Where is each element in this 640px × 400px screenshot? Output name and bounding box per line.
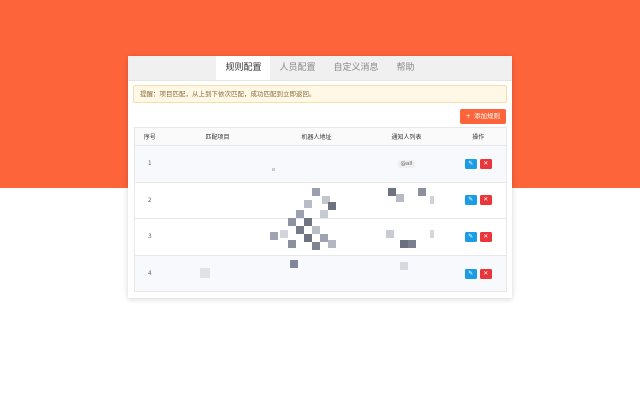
tab-custom-message[interactable]: 自定义消息 — [325, 56, 388, 80]
plus-icon: + — [465, 112, 471, 120]
delete-button[interactable]: ✕ — [479, 158, 492, 169]
tab-help[interactable]: 帮助 — [388, 56, 424, 80]
close-icon: ✕ — [483, 269, 489, 277]
row-index: 1 — [147, 160, 152, 168]
column-header-notify-list: 通知人列表 — [362, 127, 451, 146]
actions-cell: ✎ ✕ — [451, 219, 507, 256]
pencil-icon: ✎ — [468, 269, 474, 277]
close-icon: ✕ — [483, 159, 489, 167]
table-header-row: 序号 匹配项目 机器人地址 通知人列表 操作 — [134, 127, 507, 146]
row-index: 4 — [147, 270, 152, 278]
close-icon: ✕ — [483, 196, 489, 204]
row-index: 2 — [147, 196, 152, 204]
row-index: 3 — [147, 233, 152, 241]
delete-button[interactable]: ✕ — [479, 268, 492, 279]
match-project-cell — [165, 182, 271, 219]
redaction-mosaic-match-project — [200, 268, 212, 280]
delete-button[interactable]: ✕ — [479, 195, 492, 206]
add-rule-button[interactable]: + 添加规则 — [459, 109, 506, 124]
column-header-robot-url: 机器人地址 — [270, 127, 363, 146]
column-header-match-project: 匹配项目 — [164, 127, 271, 146]
pencil-icon: ✎ — [468, 196, 474, 204]
tab-members[interactable]: 人员配置 — [270, 56, 324, 80]
add-rule-label: 添加规则 — [474, 112, 500, 120]
edit-button[interactable]: ✎ — [464, 268, 477, 279]
pencil-icon: ✎ — [468, 159, 474, 167]
actions-cell: ✎ ✕ — [451, 255, 507, 292]
match-project-cell — [165, 219, 271, 256]
edit-button[interactable]: ✎ — [464, 231, 477, 242]
redaction-mosaic-notify-list — [386, 186, 436, 276]
notify-tag: @all — [397, 159, 416, 168]
edit-button[interactable]: ✎ — [464, 195, 477, 206]
actions-cell: ✎ ✕ — [451, 182, 507, 219]
match-project-cell — [165, 146, 271, 183]
match-project-cell — [165, 255, 271, 292]
actions-cell: ✎ ✕ — [451, 146, 507, 183]
delete-button[interactable]: ✕ — [479, 231, 492, 242]
edit-button[interactable]: ✎ — [464, 158, 477, 169]
tab-rules[interactable]: 规则配置 — [216, 56, 271, 80]
redaction-mosaic-robot-url — [268, 168, 358, 273]
tab-bar: 规则配置 人员配置 自定义消息 帮助 — [128, 56, 512, 81]
pencil-icon: ✎ — [468, 232, 474, 240]
close-icon: ✕ — [483, 232, 489, 240]
column-header-index: 序号 — [134, 127, 165, 146]
toolbar: + 添加规则 — [128, 103, 512, 129]
column-header-actions: 操作 — [450, 127, 507, 146]
notify-list-cell: @all — [363, 146, 451, 183]
notice-banner: 提醒：项目匹配，从上到下依次匹配，成功匹配到立即返回。 — [133, 85, 507, 103]
